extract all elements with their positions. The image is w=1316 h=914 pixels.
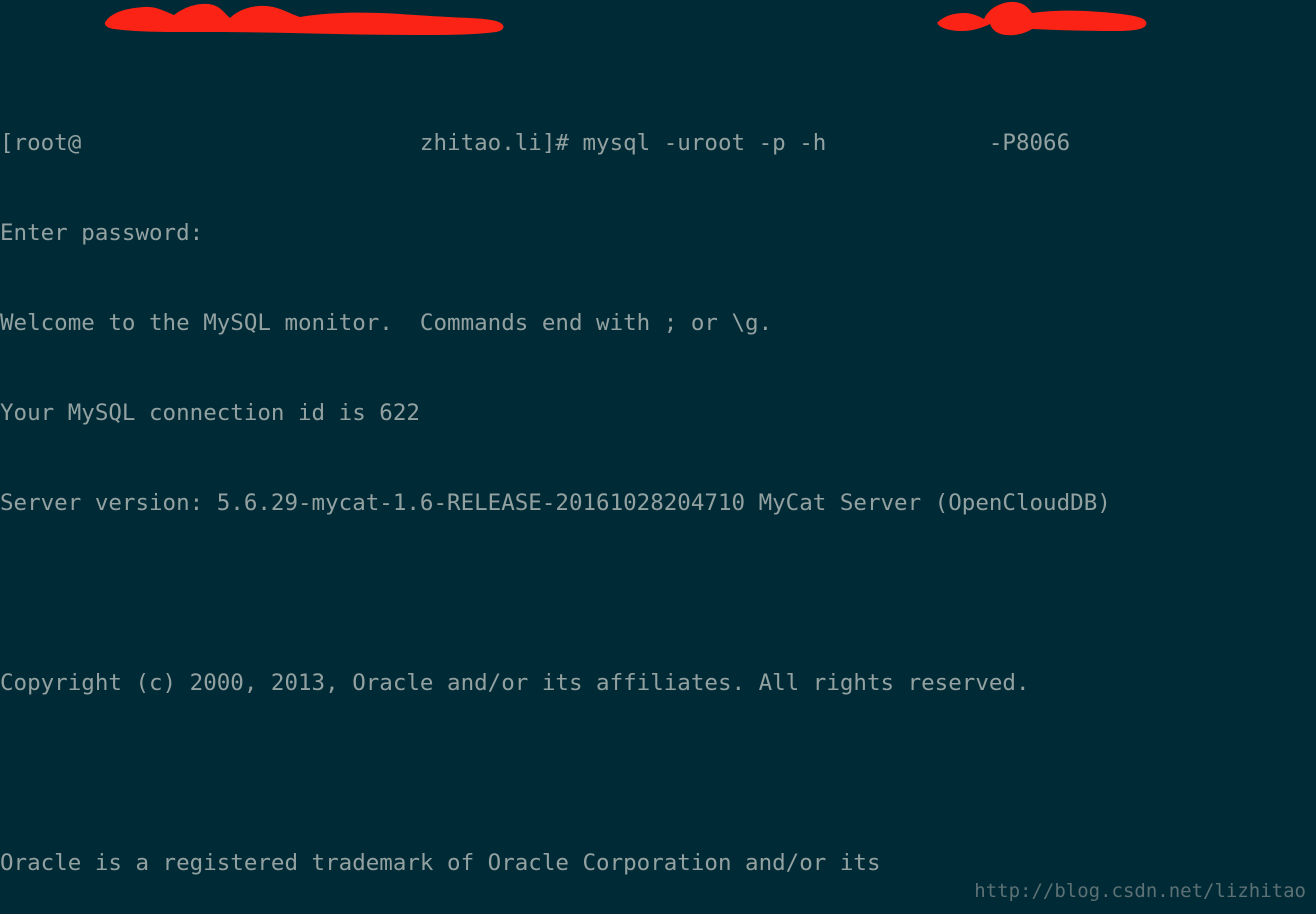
welcome-line: Welcome to the MySQL monitor. Commands e…	[0, 310, 773, 336]
password-prompt-line: Enter password:	[0, 220, 204, 246]
watermark-blog-url: http://blog.csdn.net/lizhitao	[974, 880, 1306, 902]
server-version-line: Server version: 5.6.29-mycat-1.6-RELEASE…	[0, 490, 1111, 516]
connection-id-line: Your MySQL connection id is 622	[0, 400, 420, 426]
terminal-screen: [root@ zhitao.li]# mysql -uroot -p -h -P…	[0, 0, 1316, 914]
copyright-line: Copyright (c) 2000, 2013, Oracle and/or …	[0, 670, 1030, 696]
shell-prompt-line: [root@ zhitao.li]# mysql -uroot -p -h -P…	[0, 130, 1071, 156]
trademark-line: Oracle is a registered trademark of Orac…	[0, 850, 881, 876]
terminal-window[interactable]: [root@ zhitao.li]# mysql -uroot -p -h -P…	[0, 0, 1316, 914]
